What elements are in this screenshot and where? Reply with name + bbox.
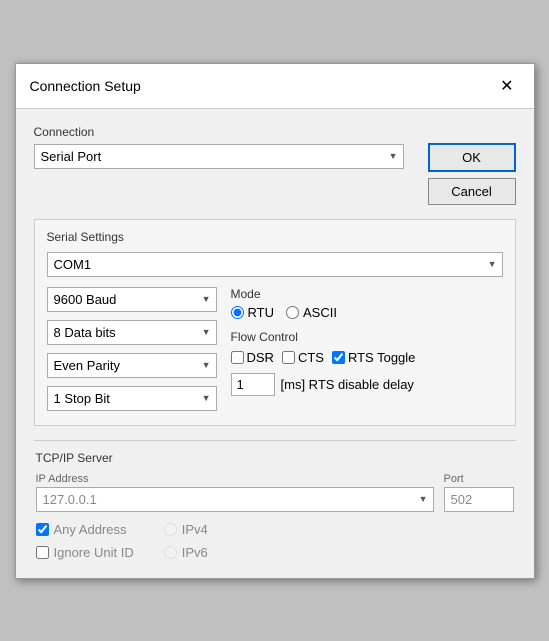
ipv4-option[interactable]: IPv4	[164, 522, 208, 537]
mode-ascii-label: ASCII	[303, 305, 337, 320]
dialog-title: Connection Setup	[30, 78, 141, 94]
mode-ascii-radio[interactable]	[286, 306, 299, 319]
rts-toggle-checkbox[interactable]	[332, 351, 345, 364]
cts-label: CTS	[298, 350, 324, 365]
dsr-checkbox[interactable]	[231, 351, 244, 364]
rts-toggle-option[interactable]: RTS Toggle	[332, 350, 415, 365]
mode-rtu-label: RTU	[248, 305, 274, 320]
port-label: Port	[444, 473, 514, 485]
connection-label: Connection	[34, 125, 418, 139]
ok-button[interactable]: OK	[428, 143, 516, 172]
connection-setup-dialog: Connection Setup ✕ Connection Serial Por…	[15, 63, 535, 579]
stopbit-select[interactable]: 1 Stop Bit 2 Stop Bits	[47, 386, 217, 411]
mode-label: Mode	[231, 287, 416, 301]
parity-select[interactable]: Even Parity Odd Parity No Parity	[47, 353, 217, 378]
any-address-checkbox[interactable]	[36, 523, 49, 536]
rts-delay-unit-label: [ms] RTS disable delay	[281, 377, 414, 392]
ipv6-label: IPv6	[182, 545, 208, 560]
ip-address-select[interactable]: 127.0.0.1	[36, 487, 434, 512]
ipv4-radio[interactable]	[164, 523, 177, 536]
tcp-ip-section: TCP/IP Server IP Address 127.0.0.1 Port	[34, 451, 516, 560]
section-divider	[34, 440, 516, 441]
serial-settings-section: Serial Settings COM1 COM2 COM3 9600 Baud…	[34, 219, 516, 426]
title-bar: Connection Setup ✕	[16, 64, 534, 109]
any-address-option[interactable]: Any Address	[36, 522, 134, 537]
cts-option[interactable]: CTS	[282, 350, 324, 365]
ignore-unit-id-option[interactable]: Ignore Unit ID	[36, 545, 134, 560]
mode-rtu-option[interactable]: RTU	[231, 305, 274, 320]
ipv4-label: IPv4	[182, 522, 208, 537]
any-address-label: Any Address	[54, 522, 127, 537]
baud-select[interactable]: 9600 Baud 19200 Baud 38400 Baud 115200 B…	[47, 287, 217, 312]
mode-group: Mode RTU ASCII	[231, 287, 416, 320]
cts-checkbox[interactable]	[282, 351, 295, 364]
ignore-unit-id-checkbox[interactable]	[36, 546, 49, 559]
connection-select[interactable]: Serial Port TCP/IP UDP	[34, 144, 404, 169]
ipv6-radio[interactable]	[164, 546, 177, 559]
cancel-button[interactable]: Cancel	[428, 178, 516, 205]
dsr-option[interactable]: DSR	[231, 350, 274, 365]
serial-port-select[interactable]: COM1 COM2 COM3	[47, 252, 503, 277]
tcp-ip-label: TCP/IP Server	[36, 451, 514, 465]
mode-rtu-radio[interactable]	[231, 306, 244, 319]
mode-ascii-option[interactable]: ASCII	[286, 305, 337, 320]
dsr-label: DSR	[247, 350, 274, 365]
ip-address-label: IP Address	[36, 473, 434, 485]
rts-delay-input[interactable]	[231, 373, 275, 396]
serial-settings-label: Serial Settings	[47, 230, 503, 244]
rts-toggle-label: RTS Toggle	[348, 350, 415, 365]
ipv6-option[interactable]: IPv6	[164, 545, 208, 560]
port-input[interactable]	[444, 487, 514, 512]
ignore-unit-id-label: Ignore Unit ID	[54, 545, 134, 560]
flow-control-group: Flow Control DSR CTS	[231, 330, 416, 396]
close-button[interactable]: ✕	[494, 74, 519, 98]
databits-select[interactable]: 8 Data bits 7 Data bits	[47, 320, 217, 345]
flow-control-label: Flow Control	[231, 330, 416, 344]
